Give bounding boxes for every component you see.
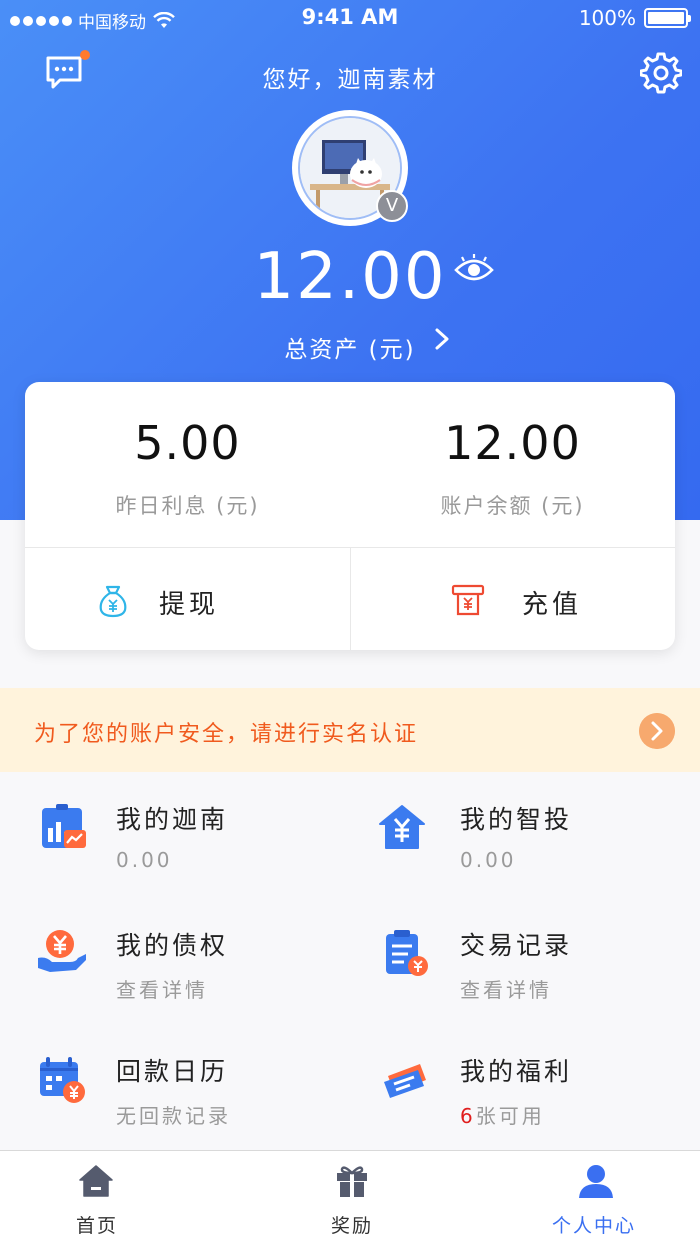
gift-icon	[337, 1166, 367, 1197]
menu-my-claims[interactable]: 我的债权 查看详情	[36, 928, 366, 1038]
yuan-hand-icon	[38, 930, 86, 972]
verified-badge: V	[376, 190, 408, 222]
menu-my-jianan-title: 我的迦南	[116, 805, 229, 834]
menu-my-benefits-title: 我的福利	[460, 1057, 573, 1086]
menu-transactions[interactable]: 交易记录 查看详情	[380, 928, 700, 1038]
menu-repayment-calendar-title: 回款日历	[116, 1057, 229, 1086]
tab-home[interactable]: 首页	[0, 1151, 233, 1245]
tab-home-label: 首页	[76, 1215, 119, 1237]
unread-dot	[80, 50, 90, 60]
menu-my-smart-invest-title: 我的智投	[460, 805, 573, 834]
account-balance-label: 账户余额 (元)	[440, 494, 585, 518]
tab-bar: 首页 奖励 个人中心	[0, 1150, 700, 1245]
chevron-right-icon[interactable]	[432, 327, 452, 351]
account-balance: 12.00 账户余额 (元)	[350, 382, 675, 547]
yuan-house-icon	[379, 805, 425, 849]
calendar-icon	[40, 1057, 85, 1103]
gear-icon[interactable]	[640, 52, 682, 94]
chart-board-icon	[42, 804, 86, 848]
person-icon	[579, 1165, 613, 1198]
battery-percent: 100%	[578, 6, 636, 30]
tab-rewards[interactable]: 奖励	[233, 1151, 466, 1245]
greeting-title: 您好，迦南素材	[262, 67, 438, 93]
menu-my-smart-invest[interactable]: 我的智投 0.00	[379, 802, 700, 912]
menu-transactions-title: 交易记录	[460, 931, 573, 960]
status-right: 100%	[578, 6, 691, 30]
total-assets-label[interactable]: 总资产 (元)	[0, 330, 700, 364]
menu-my-benefits[interactable]: 我的福利 6张可用	[380, 1054, 700, 1164]
benefits-count-unit: 张可用	[475, 1104, 545, 1128]
benefits-count: 6	[460, 1104, 476, 1128]
clipboard-icon	[386, 930, 428, 976]
eye-icon[interactable]	[454, 254, 494, 284]
menu-my-jianan[interactable]: 我的迦南 0.00	[36, 802, 366, 912]
yesterday-interest: 5.00 昨日利息 (元)	[25, 382, 350, 547]
recharge-button[interactable]: 充值	[350, 548, 675, 650]
money-bag-icon	[99, 585, 127, 618]
menu-transactions-sub: 查看详情	[460, 978, 552, 1002]
menu-repayment-calendar-sub: 无回款记录	[116, 1104, 231, 1128]
tab-profile-label: 个人中心	[552, 1215, 637, 1237]
recharge-icon	[451, 584, 485, 616]
home-icon	[79, 1165, 113, 1197]
status-bar: 中国移动 9:41 AM 100%	[0, 0, 700, 36]
tab-rewards-label: 奖励	[331, 1215, 374, 1237]
summary-card: 5.00 昨日利息 (元) 12.00 账户余额 (元) 提现 充值	[25, 382, 675, 650]
menu-my-claims-title: 我的债权	[116, 931, 229, 960]
yesterday-interest-label: 昨日利息 (元)	[115, 494, 260, 518]
recharge-label: 充值	[522, 590, 583, 620]
withdraw-label: 提现	[159, 590, 220, 620]
tab-profile[interactable]: 个人中心	[466, 1151, 699, 1245]
menu-repayment-calendar[interactable]: 回款日历 无回款记录	[36, 1054, 366, 1164]
battery-icon	[644, 8, 691, 28]
account-balance-value: 12.00	[444, 416, 581, 470]
menu-my-benefits-sub: 6张可用	[460, 1100, 545, 1129]
menu-my-claims-sub: 查看详情	[116, 978, 208, 1002]
coupons-icon	[384, 1064, 426, 1098]
menu-my-smart-invest-sub: 0.00	[460, 848, 517, 872]
verification-banner-text: 为了您的账户安全，请进行实名认证	[34, 722, 419, 747]
yesterday-interest-value: 5.00	[134, 416, 241, 470]
chevron-right-circle-icon[interactable]	[639, 713, 675, 749]
verification-banner[interactable]: 为了您的账户安全，请进行实名认证	[0, 688, 700, 772]
menu-my-jianan-sub: 0.00	[116, 848, 173, 872]
withdraw-button[interactable]: 提现	[25, 548, 350, 650]
